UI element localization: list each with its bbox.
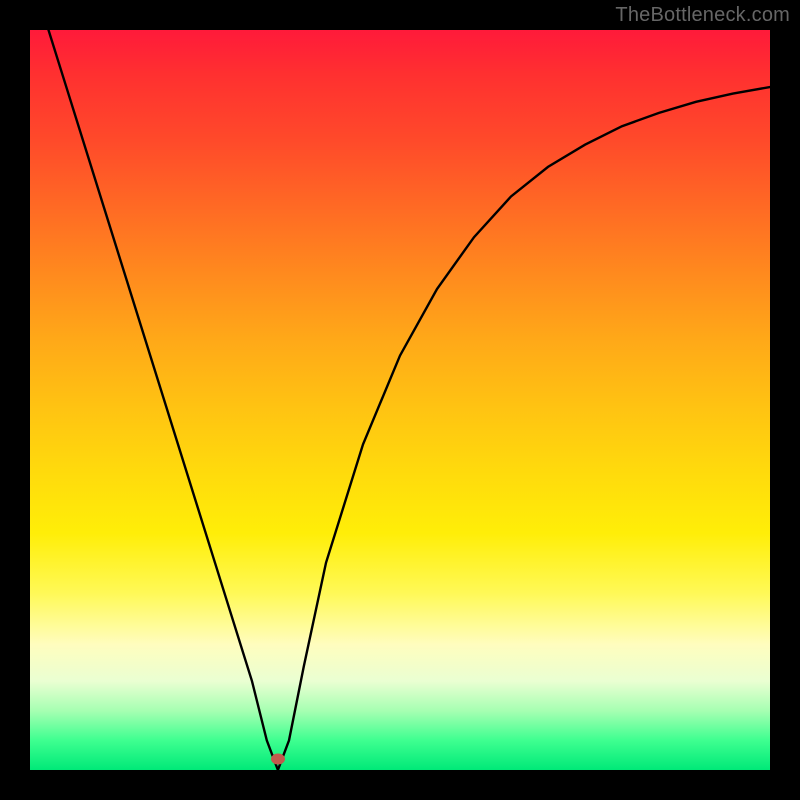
plot-area — [30, 30, 770, 770]
watermark-text: TheBottleneck.com — [615, 4, 790, 27]
bottleneck-curve-path — [30, 30, 770, 770]
curve-svg — [30, 30, 770, 770]
minimum-marker — [271, 753, 285, 764]
chart-frame: TheBottleneck.com — [0, 0, 800, 800]
